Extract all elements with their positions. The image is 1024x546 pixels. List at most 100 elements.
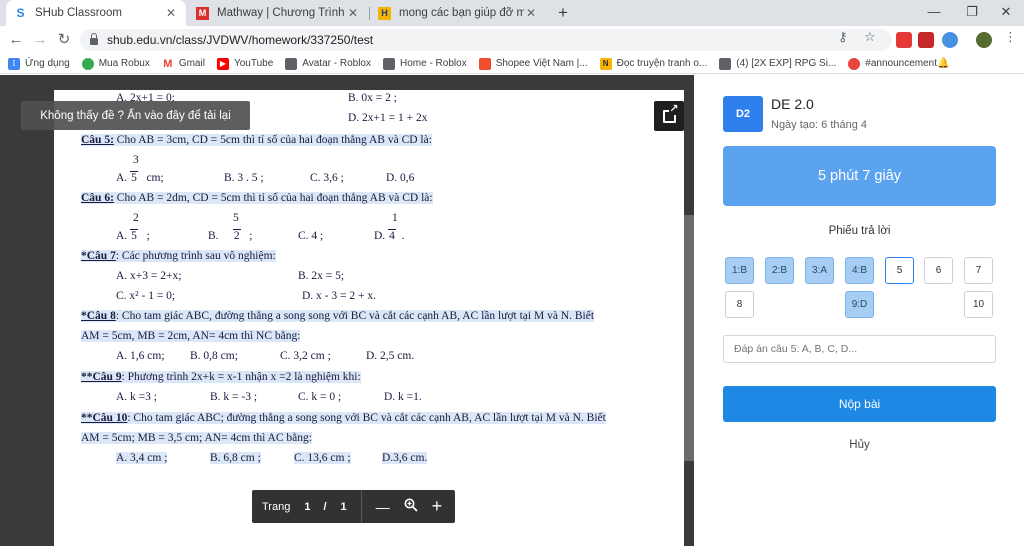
fraction-numerator: 1 bbox=[392, 212, 398, 224]
zoom-icon[interactable] bbox=[404, 498, 418, 515]
answer-option: D. k =1. bbox=[384, 391, 422, 403]
extension-icon[interactable] bbox=[896, 32, 912, 48]
fraction-numerator: 2 bbox=[133, 212, 139, 224]
answer-option: A. 5 cm; bbox=[116, 171, 164, 184]
answer-option: A. 5 ; bbox=[116, 229, 150, 242]
mathway-favicon-icon: M bbox=[196, 6, 209, 20]
answer-option: B. 0,8 cm; bbox=[190, 350, 238, 362]
answer-cell-10[interactable]: 10 bbox=[964, 291, 993, 318]
extension-icon[interactable] bbox=[918, 32, 934, 48]
bookmark-item[interactable]: N Đọc truyện tranh o... bbox=[599, 57, 707, 70]
answer-option: D. 4 . bbox=[374, 229, 405, 242]
bookmark-item[interactable]: (4) [2X EXP] RPG Si... bbox=[719, 57, 836, 70]
answer-option: D. x - 3 = 2 + x. bbox=[302, 290, 376, 302]
gmail-icon: M bbox=[163, 57, 173, 70]
page-controls: Trang 1 / 1 — + bbox=[252, 490, 455, 523]
bookmark-item[interactable]: #announcement🔔 bbox=[848, 57, 949, 70]
forward-button[interactable]: → bbox=[30, 30, 50, 50]
fraction-numerator: 3 bbox=[133, 154, 139, 166]
answer-input[interactable] bbox=[723, 335, 996, 363]
answer-cell-4[interactable]: 4:B bbox=[845, 257, 874, 284]
menu-icon[interactable]: ⋮ bbox=[1004, 29, 1017, 45]
exam-badge: D2 bbox=[723, 96, 763, 132]
exam-created-date: Ngày tạo: 6 tháng 4 bbox=[771, 119, 868, 131]
answer-option: C. 4 ; bbox=[298, 230, 324, 242]
tab-shub[interactable]: S SHub Classroom ✕ bbox=[6, 0, 186, 26]
bookmark-item[interactable]: Avatar - Roblox bbox=[285, 57, 371, 70]
answer-cell-2[interactable]: 2:B bbox=[765, 257, 794, 284]
shopee-icon bbox=[478, 57, 491, 70]
answer-option: A. 3,4 cm ; bbox=[116, 452, 168, 464]
total-pages: 1 bbox=[340, 500, 347, 513]
answer-cell-7[interactable]: 7 bbox=[964, 257, 993, 284]
question-8-cont: AM = 5cm, MB = 2cm, AN= 4cm thì NC bằng: bbox=[81, 330, 301, 342]
zoom-in-icon[interactable]: + bbox=[432, 496, 443, 517]
answer-option: D.3,6 cm. bbox=[382, 452, 428, 464]
roblox-icon bbox=[383, 57, 395, 70]
back-button[interactable]: ← bbox=[6, 30, 26, 50]
fraction-numerator: 5 bbox=[233, 212, 239, 224]
open-in-new-window-button[interactable] bbox=[654, 101, 684, 131]
cancel-button[interactable]: Hủy bbox=[723, 439, 996, 451]
youtube-icon: ▶ bbox=[216, 57, 229, 70]
answer-option: A. k =3 ; bbox=[116, 391, 157, 403]
answer-option: B. 0x = 2 ; bbox=[348, 92, 397, 104]
extension-icon[interactable] bbox=[942, 32, 958, 48]
answer-panel: D2 DE 2.0 Ngày tạo: 6 tháng 4 5 phút 7 g… bbox=[694, 75, 1024, 546]
zoom-out-icon[interactable]: — bbox=[376, 499, 390, 515]
answer-cell-5[interactable]: 5 bbox=[885, 257, 914, 284]
tab-title: mong các bạn giúp đỡ mik nha c bbox=[399, 7, 524, 19]
viewer-scrollbar[interactable] bbox=[684, 215, 694, 461]
reload-tooltip[interactable]: Không thấy đề ? Ấn vào đây để tải lại bbox=[21, 101, 250, 130]
bookmark-item[interactable]: Mua Robux bbox=[81, 57, 150, 70]
bookmark-item[interactable]: Home - Roblox bbox=[383, 57, 467, 70]
close-window-button[interactable]: ✕ bbox=[986, 0, 1024, 26]
answer-option: D. 2,5 cm. bbox=[366, 350, 415, 362]
close-tab-icon[interactable]: ✕ bbox=[164, 6, 178, 20]
bookmark-star-icon[interactable]: ☆ bbox=[864, 29, 876, 45]
submit-button[interactable]: Nộp bài bbox=[723, 386, 996, 422]
tab-hoidap[interactable]: H mong các bạn giúp đỡ mik nha c ✕ bbox=[370, 0, 546, 26]
pdf-viewer: A. 2x+1 = 0; B. 0x = 2 ; D. 2x+1 = 1 + 2… bbox=[0, 75, 694, 546]
answer-cell-8[interactable]: 8 bbox=[725, 291, 754, 318]
pdf-page: A. 2x+1 = 0; B. 0x = 2 ; D. 2x+1 = 1 + 2… bbox=[54, 90, 684, 546]
answer-option: A. 1,6 cm; bbox=[116, 350, 165, 362]
apps-grid-icon: ⁞ bbox=[8, 57, 20, 70]
bookmark-apps[interactable]: ⁞ Ứng dụng bbox=[8, 57, 70, 70]
answer-cell-9[interactable]: 9:D bbox=[845, 291, 874, 318]
tab-mathway[interactable]: M Mathway | Chương Trình Giải Bài ✕ bbox=[188, 0, 368, 26]
shub-favicon-icon: S bbox=[16, 6, 25, 20]
lock-icon bbox=[90, 33, 98, 45]
question-10: **Câu 10: Cho tam giác ABC; đường thẳng … bbox=[81, 412, 606, 424]
key-icon[interactable]: ⚷ bbox=[838, 29, 848, 45]
answer-option: B. k = -3 ; bbox=[210, 391, 258, 403]
browser-toolbar: ← → ↻ shub.edu.vn/class/JVDWV/homework/3… bbox=[0, 26, 1024, 54]
profile-avatar[interactable] bbox=[976, 32, 992, 48]
address-bar[interactable]: shub.edu.vn/class/JVDWV/homework/337250/… bbox=[80, 29, 892, 51]
close-tab-icon[interactable]: ✕ bbox=[346, 6, 360, 20]
answer-option: B. 3 . 5 ; bbox=[224, 172, 264, 184]
countdown-timer: 5 phút 7 giây bbox=[723, 146, 996, 206]
answer-option: C. k = 0 ; bbox=[298, 391, 342, 403]
answer-option: B. 2x = 5; bbox=[298, 270, 345, 282]
answer-cell-6[interactable]: 6 bbox=[924, 257, 953, 284]
bookmark-item[interactable]: Shopee Việt Nam |... bbox=[478, 57, 588, 70]
manga-icon: N bbox=[599, 57, 612, 70]
current-page[interactable]: 1 bbox=[304, 501, 310, 513]
answer-option: B. 2 ; bbox=[208, 229, 253, 242]
bookmark-item[interactable]: ▶ YouTube bbox=[216, 57, 273, 70]
answer-option: C. 3,2 cm ; bbox=[280, 350, 331, 362]
close-tab-icon[interactable]: ✕ bbox=[524, 6, 538, 20]
new-tab-button[interactable]: + bbox=[553, 3, 573, 23]
question-8: *Câu 8: Cho tam giác ABC, đường thẳng a … bbox=[81, 310, 595, 322]
answer-cell-1[interactable]: 1:B bbox=[725, 257, 754, 284]
minimize-button[interactable]: — bbox=[914, 0, 954, 26]
open-external-icon bbox=[662, 103, 679, 123]
answer-option: D. 2x+1 = 1 + 2x bbox=[348, 112, 428, 124]
reload-button[interactable]: ↻ bbox=[54, 30, 74, 50]
roblox-icon bbox=[285, 57, 298, 70]
answer-cell-3[interactable]: 3:A bbox=[805, 257, 834, 284]
url-text: shub.edu.vn/class/JVDWV/homework/337250/… bbox=[107, 33, 374, 47]
question-10-cont: AM = 5cm; MB = 3,5 cm; AN= 4cm thì AC bằ… bbox=[81, 432, 312, 444]
bookmark-item[interactable]: M Gmail bbox=[162, 58, 205, 70]
